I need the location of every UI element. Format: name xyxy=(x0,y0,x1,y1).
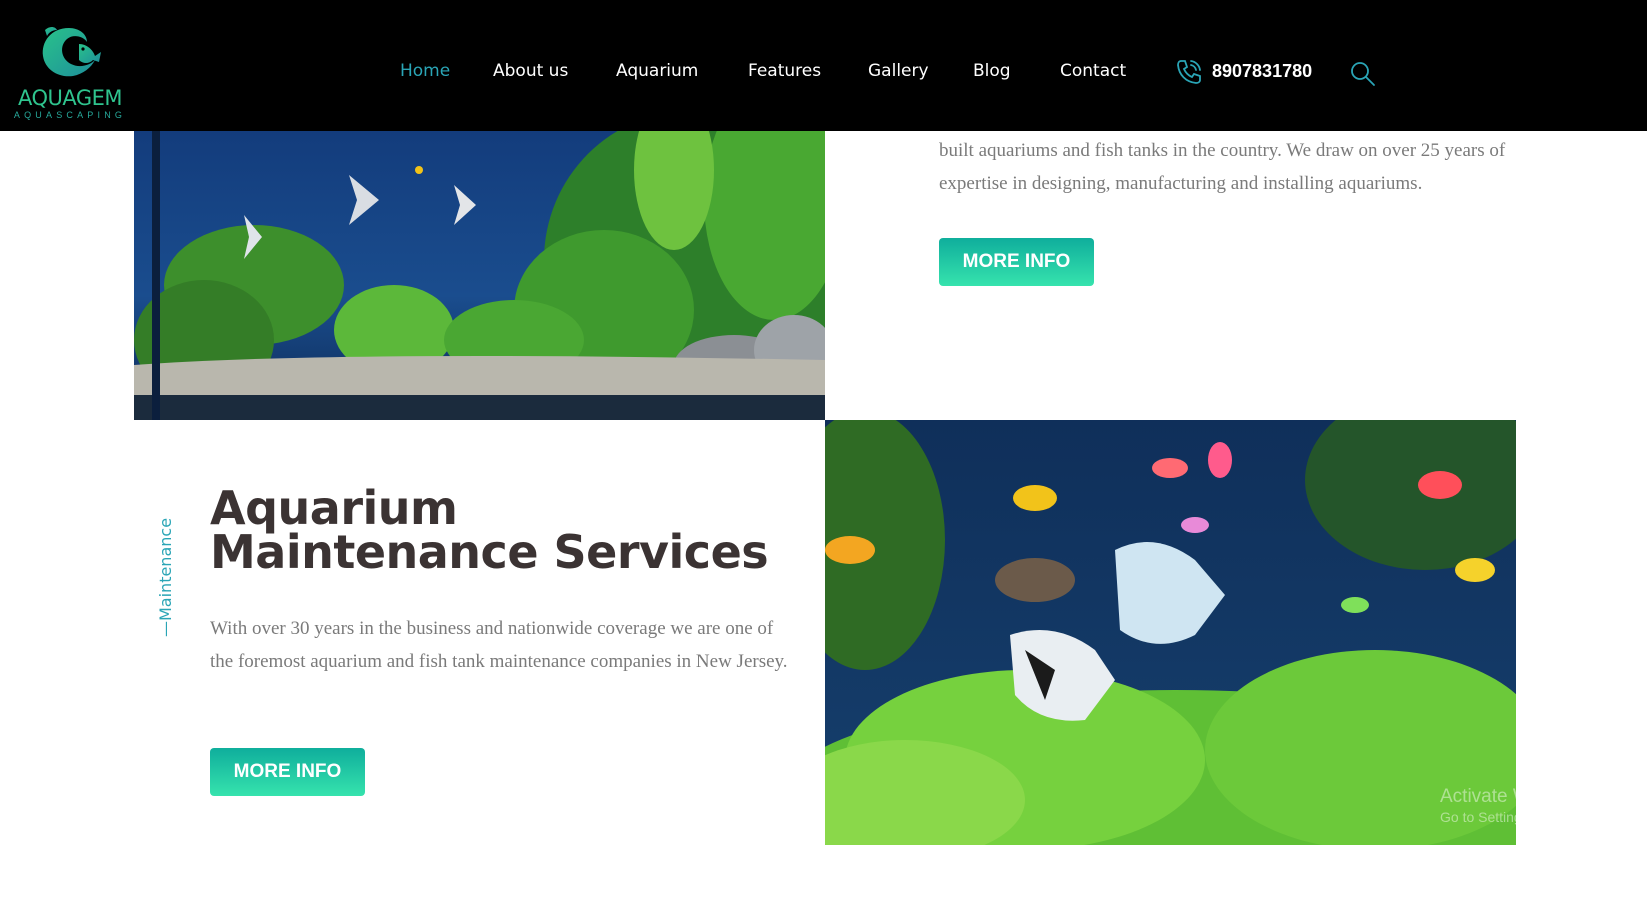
watermark-line-1: Activate Windo xyxy=(1440,786,1567,807)
nav-contact[interactable]: Contact xyxy=(1060,61,1126,81)
aquarium-photo-angelfish xyxy=(134,110,825,420)
nav-home[interactable]: Home xyxy=(400,61,450,81)
fish-logo-icon xyxy=(42,27,101,77)
intro-paragraph: built aquariums and fish tanks in the co… xyxy=(939,140,1506,194)
nav-about-us[interactable]: About us xyxy=(493,61,568,81)
logo-name: AQUAGEM xyxy=(17,86,123,110)
more-info-button-maintenance[interactable]: MORE INFO xyxy=(210,748,365,796)
maintenance-paragraph: With over 30 years in the business and n… xyxy=(210,618,788,672)
watermark-line-2: Go to Settings to ac xyxy=(1440,809,1563,825)
windows-activation-watermark: Activate Windo Go to Settings to ac xyxy=(1440,786,1647,826)
nav-aquarium[interactable]: Aquarium xyxy=(616,61,698,81)
phone-icon[interactable] xyxy=(1175,58,1203,91)
side-label-text: Maintenance xyxy=(156,517,175,621)
more-info-button-intro[interactable]: MORE INFO xyxy=(939,238,1094,286)
nav-gallery[interactable]: Gallery xyxy=(868,61,929,81)
phone-number[interactable]: 8907831780 xyxy=(1212,61,1312,82)
section-side-label: —Maintenance xyxy=(156,518,175,637)
nav-features[interactable]: Features xyxy=(748,61,821,81)
logo[interactable]: AQUAGEM AQUASCAPING xyxy=(12,24,128,124)
site-header: AQUAGEM AQUASCAPING Home About us Aquari… xyxy=(0,0,1647,131)
aquarium-photo-tetras xyxy=(825,420,1516,845)
section-title-line-2: Maintenance Services xyxy=(210,525,769,579)
section-title: Aquarium Maintenance Services xyxy=(210,485,810,575)
logo-tagline: AQUASCAPING xyxy=(13,110,127,120)
side-label-dash: — xyxy=(156,621,175,637)
search-icon[interactable] xyxy=(1350,61,1376,92)
nav-blog[interactable]: Blog xyxy=(973,61,1011,81)
